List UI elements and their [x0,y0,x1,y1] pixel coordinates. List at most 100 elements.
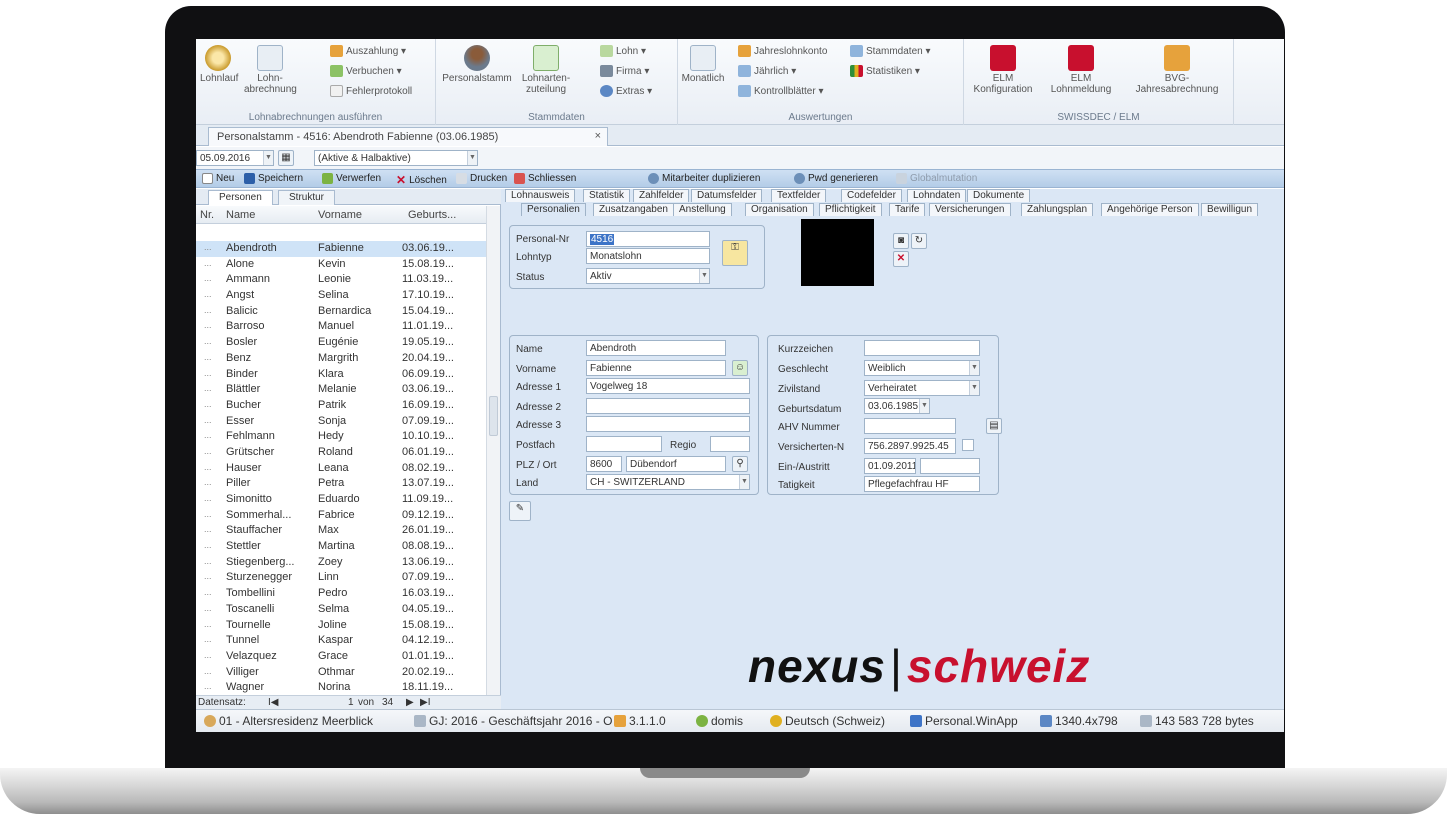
key-icon[interactable]: ⚿ [722,240,748,266]
versichertennr-field[interactable]: 756.2897.9925.45 [864,438,956,454]
calculator-icon[interactable]: ▤ [986,418,1002,434]
list-item[interactable]: ... Balicic Bernardica 15.04.19... [196,304,486,320]
list-item[interactable]: ... Grütscher Roland 06.01.19... [196,445,486,461]
adresse2-field[interactable] [586,398,750,414]
drucken-button[interactable]: Drucken [456,173,507,184]
list-item[interactable]: ... Toscanelli Selma 04.05.19... [196,602,486,618]
geschlecht-select[interactable]: Weiblich ▼ [864,360,980,376]
lohnartenzuteilung-button[interactable]: Lohnarten- zuteilung [516,45,576,95]
list-item[interactable]: ... Ammann Leonie 11.03.19... [196,272,486,288]
personalnr-field[interactable]: 4516 [586,231,710,247]
chevron-down-icon[interactable]: ▼ [919,399,929,413]
elm-lohnmeldung-button[interactable]: ELM Lohnmeldung [1046,45,1116,95]
extras-menu[interactable]: Extras ▾ [600,85,652,97]
verwerfen-button[interactable]: Verwerfen [322,173,381,184]
list-item[interactable]: ... Piller Petra 13.07.19... [196,476,486,492]
tab-tabs1-1[interactable]: Statistik [583,189,631,202]
tab-tabs2-6[interactable]: Versicherungen [929,203,1011,216]
person-card-icon[interactable]: ☺ [732,360,748,376]
tab-tabs1-4[interactable]: Textfelder [771,189,827,202]
eintritt-field[interactable]: 01.09.2011 [864,458,916,474]
list-item[interactable]: ... Sommerhal... Fabrice 09.12.19... [196,508,486,524]
adresse3-field[interactable] [586,416,750,432]
versichertennr-checkbox[interactable] [962,439,974,451]
next-record-button[interactable]: ▶ [406,697,414,708]
list-item[interactable]: ... Stettler Martina 08.08.19... [196,539,486,555]
tab-tabs2-2[interactable]: Anstellung [673,203,732,216]
list-item[interactable]: ... Sturzenegger Linn 07.09.19... [196,570,486,586]
list-scrollbar[interactable] [486,206,500,696]
ahv-field[interactable] [864,418,956,434]
list-item[interactable]: ... Angst Selina 17.10.19... [196,288,486,304]
list-item[interactable]: ... Stauffacher Max 26.01.19... [196,523,486,539]
search-icon[interactable]: ⚲ [732,456,748,472]
refresh-icon[interactable]: ↻ [911,233,927,249]
tab-tabs2-8[interactable]: Angehörige Person [1101,203,1199,216]
lohntyp-field[interactable]: Monatslohn [586,248,710,264]
delete-photo-icon[interactable]: ✕ [893,251,909,267]
mitarbeiter-duplizieren-button[interactable]: Mitarbeiter duplizieren [648,173,760,184]
speichern-button[interactable]: Speichern [244,173,303,184]
postfach-field[interactable] [586,436,662,452]
scrollbar-thumb[interactable] [489,396,498,436]
chevron-down-icon[interactable]: ▼ [969,361,979,375]
tab-tabs1-0[interactable]: Lohnausweis [505,189,576,202]
kurzzeichen-field[interactable] [864,340,980,356]
tab-tabs2-0[interactable]: Personalien [521,203,586,216]
lohnabrechnung-button[interactable]: Lohn- abrechnung [244,45,297,95]
list-item[interactable]: ... Villiger Othmar 20.02.19... [196,665,486,681]
list-item[interactable]: ... Tunnel Kaspar 04.12.19... [196,633,486,649]
schliessen-button[interactable]: Schliessen [514,173,576,184]
tab-personen[interactable]: Personen [208,190,273,205]
chevron-down-icon[interactable]: ▼ [739,475,749,489]
edit-pencil-icon[interactable]: ✎ [509,501,531,521]
stammdaten-menu[interactable]: Stammdaten ▾ [850,45,931,57]
list-item[interactable]: ... Abendroth Fabienne 03.06.19... [196,241,486,257]
list-item[interactable]: ... Stiegenberg... Zoey 13.06.19... [196,555,486,571]
chevron-down-icon[interactable]: ▼ [969,381,979,395]
list-item[interactable]: ... Bosler Eugénie 19.05.19... [196,335,486,351]
column-header-nr[interactable]: Nr. [200,209,214,221]
chevron-down-icon[interactable]: ▼ [699,269,709,283]
list-item[interactable]: ... Wagner Norina 18.11.19... [196,680,486,696]
pwd-generieren-button[interactable]: Pwd generieren [794,173,878,184]
lohn-menu[interactable]: Lohn ▾ [600,45,646,57]
first-record-button[interactable]: I◀ [268,697,278,708]
lohnlauf-button[interactable]: Lohnlauf [200,45,238,84]
personalstamm-button[interactable]: Personalstamm [442,45,512,84]
chevron-down-icon[interactable]: ▼ [467,151,477,165]
tab-tabs2-3[interactable]: Organisation [745,203,814,216]
tab-tabs1-7[interactable]: Dokumente [967,189,1031,202]
status-filter-select[interactable]: (Aktive & Halbaktive) ▼ [314,150,478,166]
list-item[interactable]: ... Alone Kevin 15.08.19... [196,257,486,273]
column-header-name[interactable]: Name [226,209,255,221]
neu-button[interactable]: Neu [202,173,234,184]
statistiken-menu[interactable]: Statistiken ▾ [850,65,920,77]
auszahlung-button[interactable]: Auszahlung ▾ [330,45,406,57]
austritt-field[interactable] [920,458,980,474]
elm-konfiguration-button[interactable]: ELM Konfiguration [968,45,1038,95]
status-select[interactable]: Aktiv ▼ [586,268,710,284]
tab-tabs2-9[interactable]: Bewilligun [1201,203,1259,216]
list-item[interactable]: ... Tournelle Joline 15.08.19... [196,618,486,634]
column-header-vorname[interactable]: Vorname [318,209,362,221]
list-item[interactable]: ... Barroso Manuel 11.01.19... [196,319,486,335]
chevron-down-icon[interactable]: ▼ [263,151,273,165]
list-item[interactable]: ... Tombellini Pedro 16.03.19... [196,586,486,602]
tab-tabs1-3[interactable]: Datumsfelder [691,189,763,202]
verbuchen-button[interactable]: Verbuchen ▾ [330,65,402,77]
list-item[interactable]: ... Esser Sonja 07.09.19... [196,414,486,430]
tab-tabs2-1[interactable]: Zusatzangaben [593,203,674,216]
record-index[interactable]: 1 [348,697,354,708]
list-item[interactable]: ... Binder Klara 06.09.19... [196,367,486,383]
tab-tabs1-5[interactable]: Codefelder [841,189,902,202]
jaehrlich-menu[interactable]: Jährlich ▾ [738,65,796,77]
tab-tabs2-7[interactable]: Zahlungsplan [1021,203,1094,216]
taetigkeit-field[interactable]: Pflegefachfrau HF [864,476,980,492]
list-item[interactable]: ... Hauser Leana 08.02.19... [196,461,486,477]
firma-menu[interactable]: Firma ▾ [600,65,649,77]
kontrollblaetter-menu[interactable]: Kontrollblätter ▾ [738,85,824,97]
ort-field[interactable]: Dübendorf [626,456,726,472]
bvg-jahresabrechnung-button[interactable]: BVG- Jahresabrechnung [1124,45,1230,95]
vorname-field[interactable]: Fabienne [586,360,726,376]
